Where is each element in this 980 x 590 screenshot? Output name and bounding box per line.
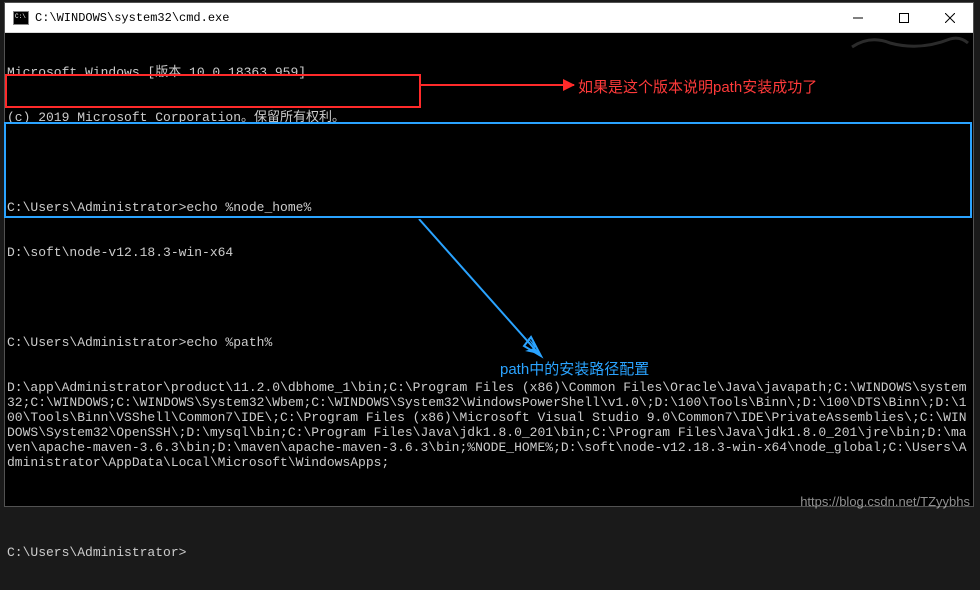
maximize-button[interactable] <box>881 3 927 33</box>
close-button[interactable] <box>927 3 973 33</box>
terminal-line: C:\Users\Administrator>echo %node_home% <box>7 200 973 215</box>
terminal-line: Microsoft Windows [版本 10.0.18363.959] <box>7 65 973 80</box>
terminal-line: C:\Users\Administrator> <box>7 545 973 560</box>
terminal-output[interactable]: Microsoft Windows [版本 10.0.18363.959] (c… <box>5 33 973 506</box>
watermark: https://blog.csdn.net/TZyybhs <box>800 494 970 509</box>
cmd-icon <box>13 11 29 25</box>
terminal-line <box>7 290 973 305</box>
terminal-line <box>7 155 973 170</box>
minimize-button[interactable] <box>835 3 881 33</box>
terminal-line: C:\Users\Administrator>echo %path% <box>7 335 973 350</box>
window-title: C:\WINDOWS\system32\cmd.exe <box>35 11 835 25</box>
titlebar[interactable]: C:\WINDOWS\system32\cmd.exe <box>5 3 973 33</box>
terminal-line: D:\soft\node-v12.18.3-win-x64 <box>7 245 973 260</box>
annotation-blue-text: path中的安装路径配置 <box>500 358 649 379</box>
cmd-window: C:\WINDOWS\system32\cmd.exe Microsoft Wi… <box>4 2 974 507</box>
annotation-red-text: 如果是这个版本说明path安装成功了 <box>578 76 817 97</box>
terminal-line: (c) 2019 Microsoft Corporation。保留所有权利。 <box>7 110 973 125</box>
terminal-line: D:\app\Administrator\product\11.2.0\dbho… <box>7 380 973 470</box>
annotation-red-arrow <box>420 84 574 86</box>
